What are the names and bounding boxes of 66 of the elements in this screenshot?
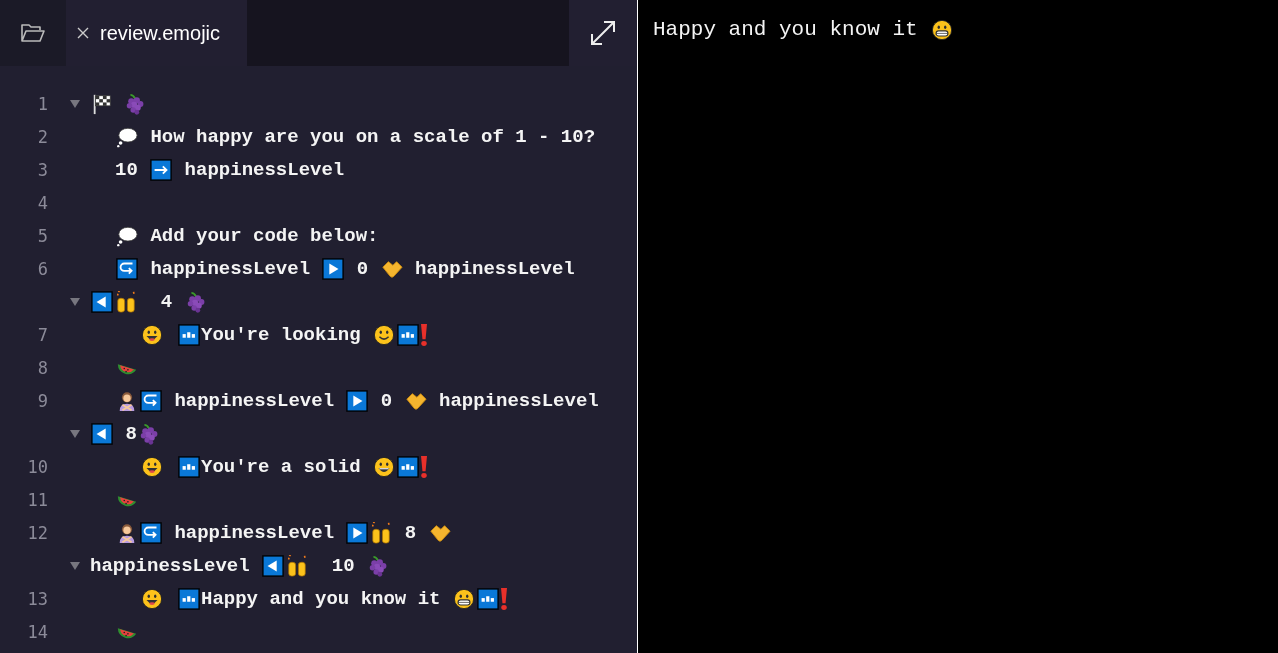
code-text: happinessLevel: [438, 389, 599, 412]
code-text: happinessLevel: [173, 521, 336, 544]
thought-bubble-icon: [116, 224, 138, 247]
grapes-icon: [124, 92, 146, 115]
input-symbol-icon: [178, 455, 200, 478]
line-number: 9: [36, 390, 48, 411]
line-number: 4: [36, 192, 48, 213]
code-text: happinessLevel: [173, 389, 336, 412]
fold-arrow-icon[interactable]: [70, 429, 80, 438]
input-symbol-icon: [178, 587, 200, 610]
grinning-face-icon: [141, 323, 163, 346]
output-text: Happy and you know it: [653, 18, 919, 41]
line-number: 8: [36, 357, 48, 378]
expand-icon: [589, 19, 617, 47]
input-symbol-icon: [397, 455, 420, 478]
line-number: 2: [36, 126, 48, 147]
exclamation-icon: [500, 587, 507, 610]
line-number: 10: [26, 456, 48, 477]
beaming-face-icon: [452, 587, 475, 610]
folder-icon: [20, 22, 46, 44]
checkered-flag-icon: [91, 92, 113, 115]
line-number: 5: [36, 225, 48, 246]
code-text: Add your code below:: [149, 224, 379, 247]
input-symbol-icon: [476, 587, 499, 610]
line-number: 13: [26, 588, 48, 609]
line-number: 6: [36, 258, 48, 279]
line-number: 12: [26, 522, 48, 543]
code-text: happinessLevel: [90, 554, 251, 577]
code-text: You're looking: [201, 323, 362, 346]
fold-arrow-icon[interactable]: [70, 561, 80, 570]
play-icon: [346, 521, 369, 544]
code-text: Happy and you know it: [201, 587, 442, 610]
code-text: happinessLevel: [183, 158, 345, 181]
grinning-face-icon: [141, 455, 163, 478]
exclamation-icon: [421, 455, 428, 478]
play-icon: [322, 257, 345, 280]
code-text: 10: [115, 158, 139, 181]
code-text: 0: [355, 257, 370, 280]
play-icon: [346, 389, 369, 412]
fold-arrow-icon[interactable]: [70, 297, 80, 306]
open-folder-button[interactable]: [0, 0, 66, 66]
grinning-face-icon: [141, 587, 163, 610]
code-text: 8: [124, 422, 137, 445]
line-number: 7: [36, 324, 48, 345]
line-number: 14: [26, 621, 48, 642]
line-number: 1: [36, 93, 48, 114]
exclamation-icon: [421, 323, 428, 346]
line-number: 11: [26, 489, 48, 510]
tab-label: review.emojic: [100, 21, 221, 45]
code-text: 10: [330, 554, 356, 577]
code-text: You're a solid: [201, 455, 362, 478]
code-text: 4: [159, 290, 174, 313]
fold-arrow-icon[interactable]: [70, 99, 80, 108]
code-text: happinessLevel: [414, 257, 575, 280]
close-icon[interactable]: [76, 26, 90, 40]
line-number: 3: [36, 159, 48, 180]
smiling-face-icon: [373, 323, 396, 346]
beaming-face-icon: [931, 18, 954, 41]
code-text: 0: [379, 389, 394, 412]
input-symbol-icon: [397, 323, 420, 346]
grinning-face-icon: [373, 455, 396, 478]
code-text: happinessLevel: [149, 257, 312, 280]
input-symbol-icon: [178, 323, 200, 346]
code-text: 8: [403, 521, 418, 544]
thought-bubble-icon: [116, 125, 138, 148]
code-text: How happy are you on a scale of 1 - 10?: [149, 125, 596, 148]
